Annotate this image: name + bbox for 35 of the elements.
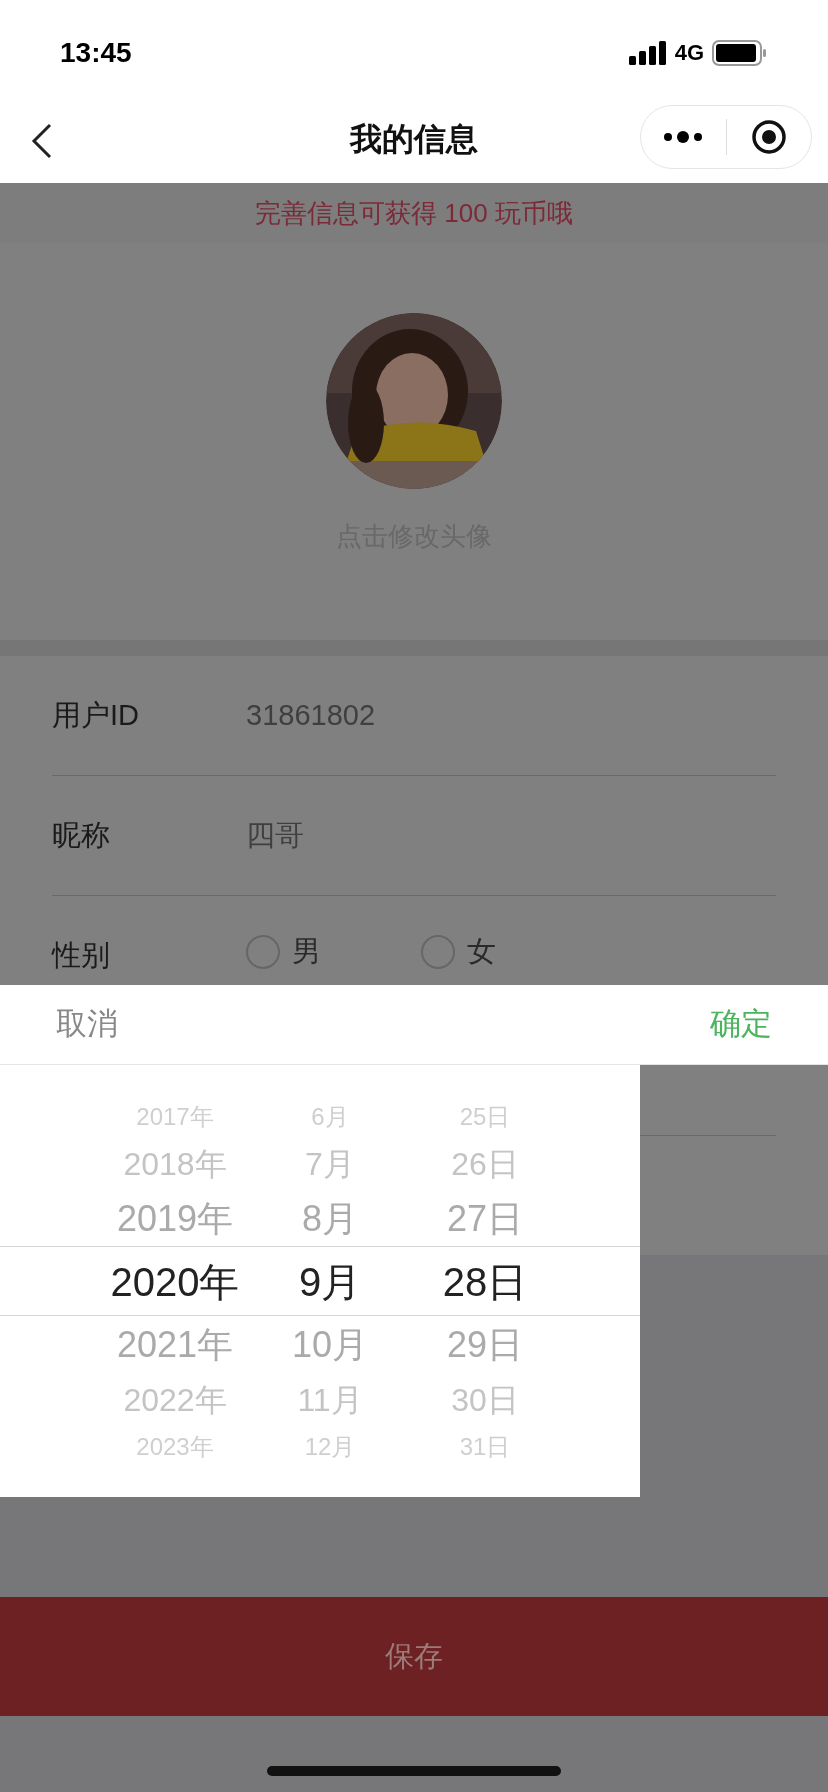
picker-option[interactable]: 8月 — [302, 1201, 358, 1237]
picker-option[interactable]: 2021年 — [116, 1327, 234, 1363]
network-label: 4G — [674, 39, 704, 67]
picker-option[interactable]: 9月 — [298, 1262, 362, 1302]
picker-option[interactable]: 28日 — [442, 1262, 528, 1302]
more-icon[interactable] — [663, 131, 704, 143]
status-time: 13:45 — [60, 35, 132, 70]
confirm-button[interactable]: 确定 — [710, 1001, 772, 1048]
radio-button[interactable] — [246, 934, 280, 969]
page-title: 我的信息 — [350, 120, 478, 159]
picker-option[interactable]: 2018年 — [123, 1148, 227, 1180]
picker-option[interactable]: 2019年 — [116, 1201, 234, 1237]
cancel-button[interactable]: 取消 — [56, 1001, 118, 1048]
battery-icon — [712, 39, 768, 66]
field-value: 31861802 — [246, 697, 376, 733]
field-label: 性别 — [52, 937, 111, 973]
back-icon[interactable] — [30, 123, 54, 159]
picker-option[interactable]: 30日 — [451, 1384, 519, 1416]
radio-button[interactable] — [421, 934, 455, 969]
picker-option[interactable]: 26日 — [451, 1148, 519, 1180]
picker-option[interactable]: 7月 — [305, 1148, 355, 1180]
picker-option[interactable]: 29日 — [446, 1327, 523, 1363]
reward-text: 完善信息可获得 100 玩币哦 — [255, 196, 573, 230]
picker-option[interactable]: 11月 — [297, 1384, 363, 1416]
signal-icon — [628, 40, 667, 65]
field-label: 昵称 — [52, 817, 111, 853]
picker-option[interactable]: 2020年 — [110, 1262, 240, 1302]
radio-label: 女 — [467, 933, 496, 969]
field-label: 用户ID — [52, 697, 140, 733]
save-button[interactable]: 保存 — [0, 1597, 828, 1716]
picker-option[interactable]: 27日 — [446, 1201, 523, 1237]
picker-option[interactable]: 10月 — [291, 1327, 368, 1363]
radio-label: 男 — [292, 933, 321, 969]
picker-option[interactable]: 2022年 — [123, 1384, 227, 1416]
field-value: 四哥 — [246, 817, 304, 853]
